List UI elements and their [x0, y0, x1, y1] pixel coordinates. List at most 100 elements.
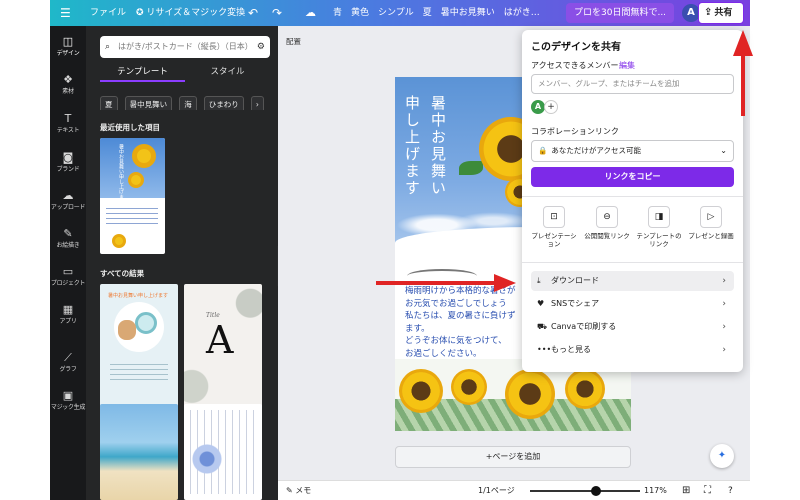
present-and-record-option[interactable]: ▷ プレゼンと録画	[686, 206, 736, 240]
all-results-title: すべての結果	[100, 269, 145, 278]
link-icon: ⊖	[596, 206, 618, 228]
tab-styles[interactable]: スタイル	[185, 64, 270, 80]
rail-item-draw[interactable]: ✎ お絵描き	[50, 228, 86, 250]
page-indicator[interactable]: 1/1ページ	[478, 481, 515, 500]
filter-chips: 夏 暑中見舞い 海 ひまわり ›	[100, 92, 270, 110]
chips-next-button[interactable]: ›	[250, 96, 264, 110]
lock-icon: 🔒	[538, 146, 548, 155]
sunflower-graphic	[565, 369, 605, 409]
template-thumbnail[interactable]	[100, 404, 178, 500]
zoom-slider-handle[interactable]	[591, 486, 601, 496]
template-search-input[interactable]: ⌕ はがき/ポストカード（縦長）（日本） ⚙	[100, 36, 270, 58]
rail-item-projects[interactable]: ▭ プロジェクト	[50, 266, 86, 288]
fullscreen-icon[interactable]: ⛶	[704, 481, 711, 500]
print-with-canva-row[interactable]: ⛟ Canvaで印刷する ›	[531, 317, 734, 337]
chip-sea[interactable]: 海	[179, 96, 197, 110]
arrange-button[interactable]: 配置	[286, 36, 301, 47]
sunflower-graphic	[112, 234, 126, 248]
rail-item-elements[interactable]: ❖ 素材	[50, 74, 86, 96]
rail-item-magic-media[interactable]: ▣ マジック生成	[50, 390, 86, 412]
magic-media-icon: ▣	[62, 389, 74, 402]
link-access-select[interactable]: 🔒 あなただけがアクセス可能 ⌄	[531, 140, 734, 162]
share-dialog-title: このデザインを共有	[531, 42, 621, 53]
tab-templates[interactable]: テンプレート	[100, 64, 185, 82]
add-member-input[interactable]: メンバー、グループ、またはチームを追加	[531, 74, 734, 94]
heading-line-2[interactable]: 申し上げます	[403, 95, 421, 197]
add-member-button[interactable]: +	[544, 100, 558, 114]
notes-icon: ✎	[286, 486, 293, 495]
top-bar: ☰ ファイル ✪ リサイズ＆マジック変換 ↶ ↷ ☁ 青 黄色 シンプル 夏 暑…	[50, 0, 750, 26]
pro-trial-button[interactable]: プロを30日間無料で...	[566, 3, 674, 23]
grid-view-icon[interactable]: ⊞	[682, 481, 690, 500]
present-option[interactable]: ⊡ プレゼンテーション	[529, 206, 579, 248]
rail-item-label: アップロード	[50, 204, 86, 211]
thumbnail-body-lines	[106, 208, 158, 228]
thumbnail-heading: 暑中お見舞い申し上げます	[108, 293, 169, 299]
right-margin	[750, 0, 800, 500]
copy-link-button[interactable]: リンクをコピー	[531, 167, 734, 187]
rail-item-label: テキスト	[56, 127, 80, 134]
elements-icon: ❖	[63, 73, 73, 86]
rail-item-brand[interactable]: ◙ ブランド	[50, 152, 86, 174]
rail-item-text[interactable]: T テキスト	[50, 113, 86, 135]
cloud-save-icon[interactable]: ☁	[305, 0, 316, 26]
sunflower-graphic	[505, 369, 555, 419]
chevron-down-icon: ⌄	[720, 146, 727, 155]
apps-grid-icon: ▦	[62, 303, 74, 316]
file-menu[interactable]: ファイル	[90, 0, 126, 26]
rail-item-label: デザイン	[56, 50, 80, 57]
chip-sunflower[interactable]: ひまわり	[203, 96, 244, 110]
red-arrow-to-download	[376, 281, 494, 285]
rail-item-label: ブランド	[56, 166, 80, 173]
leaf-graphic	[459, 161, 483, 175]
rail-item-label: グラフ	[59, 366, 77, 373]
thumbnail-heading: 暑中お見舞い申し上げます	[118, 144, 124, 204]
template-thumbnail[interactable]: Title A	[184, 284, 262, 412]
public-view-link-option[interactable]: ⊖ 公開閲覧リンク	[582, 206, 632, 240]
recent-section-title: 最近使用した項目	[100, 123, 160, 132]
rail-item-charts[interactable]: ⟋ グラフ	[50, 352, 86, 374]
heading-line-1[interactable]: 暑中お見舞い	[429, 95, 447, 197]
resize-button[interactable]: ✪ リサイズ＆マジック変換	[136, 0, 245, 26]
zoom-slider[interactable]	[530, 490, 640, 492]
search-icon: ⌕	[105, 42, 111, 52]
share-button[interactable]: ⇪ 共有	[698, 2, 744, 24]
fan-graphic	[135, 312, 157, 334]
rail-item-uploads[interactable]: ☁ アップロード	[50, 190, 86, 212]
magic-assistant-icon[interactable]: ✦	[710, 444, 734, 468]
filter-icon[interactable]: ⚙	[257, 36, 265, 58]
template-icon: ◨	[648, 206, 670, 228]
panel-tabs: テンプレート スタイル	[100, 64, 270, 82]
add-page-button[interactable]: +ページを追加	[395, 446, 631, 468]
notes-button[interactable]: ✎ メモ	[286, 481, 311, 500]
menu-icon[interactable]: ☰	[60, 0, 71, 26]
notes-label: メモ	[295, 486, 312, 495]
sunflower-graphic	[128, 172, 144, 188]
presentation-icon: ⊡	[543, 206, 565, 228]
download-row[interactable]: ⤓ ダウンロード ›	[531, 271, 734, 291]
rail-item-design[interactable]: ◫ デザイン	[50, 36, 86, 58]
edit-access-link[interactable]: 編集	[619, 60, 635, 71]
template-thumbnail[interactable]	[184, 404, 262, 500]
recent-template-thumbnail[interactable]: 暑中お見舞い申し上げます	[100, 138, 165, 254]
see-more-row[interactable]: •••もっと見る ›	[531, 340, 734, 360]
share-social-row[interactable]: ♥ SNSでシェア ›	[531, 294, 734, 314]
share-label: 共有	[714, 8, 733, 18]
template-thumbnail[interactable]: 暑中お見舞い申し上げます	[100, 284, 178, 412]
chip-summer-greeting[interactable]: 暑中見舞い	[124, 96, 173, 110]
zoom-level[interactable]: 117%	[644, 481, 667, 500]
member-avatar[interactable]: A	[531, 100, 545, 114]
chip-summer[interactable]: 夏	[100, 96, 118, 110]
template-link-option[interactable]: ◨ テンプレートのリンク	[634, 206, 684, 248]
rail-item-apps[interactable]: ▦ アプリ	[50, 304, 86, 326]
bottom-bar: ✎ メモ 1/1ページ 117% ⊞ ⛶ ?	[278, 480, 750, 500]
redo-icon[interactable]: ↷	[272, 0, 282, 26]
undo-icon[interactable]: ↶	[248, 0, 258, 26]
document-title[interactable]: 青 黄色 シンプル 夏 暑中お見舞い はがき…	[333, 0, 565, 26]
text-icon: T	[64, 112, 72, 125]
help-icon[interactable]: ?	[728, 481, 733, 500]
access-members-label: アクセスできるメンバー	[531, 61, 619, 70]
sunflower-graphic	[399, 369, 443, 413]
share-dialog: このデザインを共有 アクセスできるメンバー 編集 メンバー、グループ、またはチー…	[522, 30, 743, 372]
bear-graphic	[118, 320, 136, 340]
